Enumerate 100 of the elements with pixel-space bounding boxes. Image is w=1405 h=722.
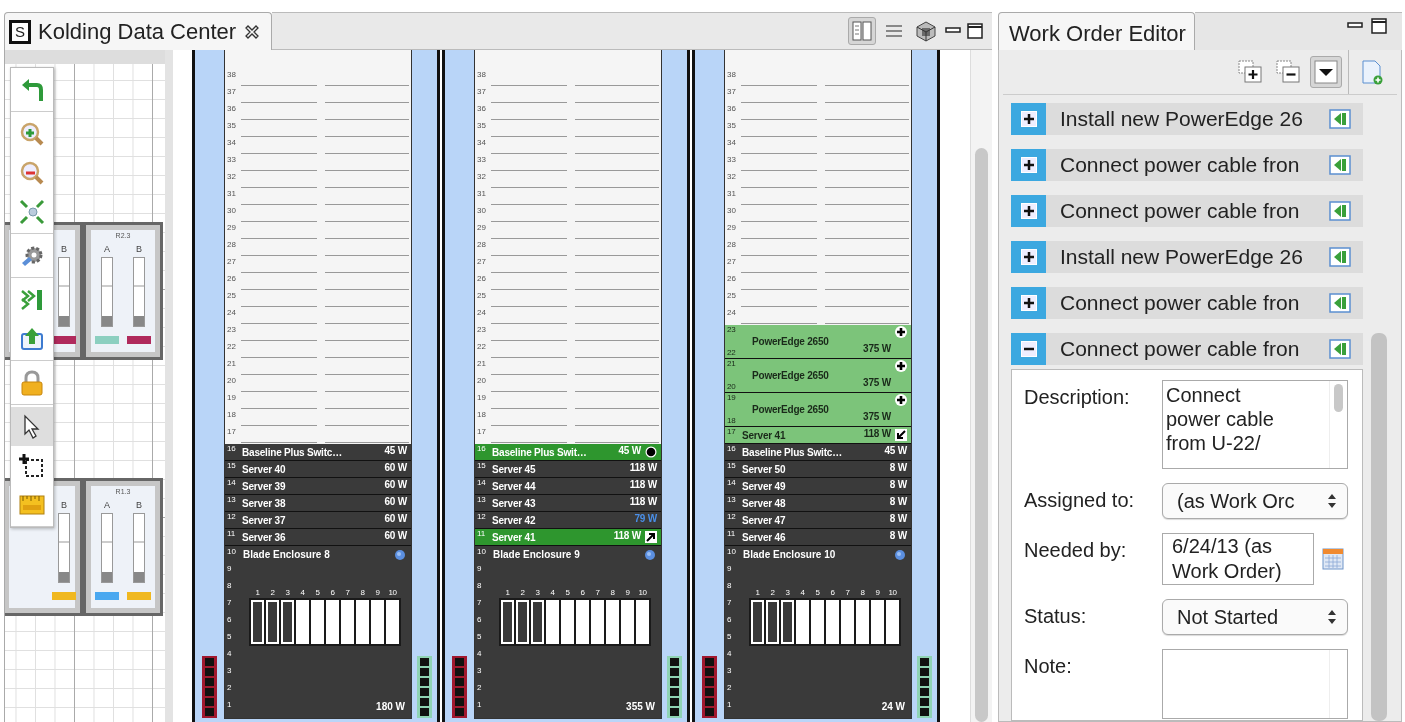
columns-icon [851,20,873,42]
order-title: Install new PowerEdge 26 [1059,244,1304,271]
unit-number: 9 [727,563,733,575]
select-field[interactable]: (as Work Orc [1162,483,1348,519]
unit-number: 13 [477,496,487,504]
unit-number: 34 [477,138,486,147]
unit-number: 2 [477,682,483,694]
work-order-header[interactable]: Connect power cable fron [1011,287,1363,319]
date-field[interactable]: 6/24/13 (as Work Order) [1162,533,1314,585]
arrow-box-icon[interactable] [1329,109,1351,129]
power-reading: 8 W [889,495,907,509]
unit-number: 25 [727,291,736,300]
work-order-header[interactable]: Install new PowerEdge 26 [1011,241,1363,273]
feed-label: B [61,244,67,254]
expand-toggle[interactable] [1011,333,1046,365]
tool-button[interactable] [11,407,53,446]
unit-number: 27 [227,257,236,266]
unit-number: 6 [477,614,483,626]
unit-number: 29 [227,223,236,232]
unit-number: 18 [727,417,737,425]
updown-arrows-icon [1327,609,1337,625]
power-strip [452,656,467,718]
slot-number: 3 [784,588,791,598]
maximize-icon[interactable] [1370,17,1388,35]
device-name: Blade Enclosure 8 [243,548,330,562]
note-field[interactable] [1162,649,1348,719]
info-dot-icon [645,549,655,560]
slot-number: 4 [549,588,556,598]
unit-number: 23 [727,326,737,334]
expand-toggle[interactable] [1011,195,1046,227]
unit-number: 34 [727,138,736,147]
unit-number: 33 [227,155,236,164]
unit-number: 19 [477,393,486,402]
arrow-box-icon[interactable] [1329,155,1351,175]
power-reading: 45 W [384,444,407,458]
device-name: Server 41 [492,530,537,545]
unit-number: 5 [477,631,483,643]
expand-toggle[interactable] [1011,103,1046,135]
order-title: Connect power cable fron [1059,290,1301,317]
unit-number: 32 [227,172,236,181]
toolbar-button[interactable] [1310,56,1342,88]
unit-number: 32 [477,172,486,181]
breaker-drawing [101,513,113,583]
work-order-header[interactable]: Connect power cable fron [1011,333,1363,365]
maximize-icon[interactable] [966,22,984,40]
unit-number: 11 [727,530,736,538]
arrow-in-icon [895,429,907,441]
slot-number: 5 [314,588,321,598]
arrow-box-icon[interactable] [1329,247,1351,267]
unit-number: 21 [227,359,236,368]
plus-icon [895,360,907,372]
unit-number: 16 [727,445,737,453]
expand-toggle[interactable] [1011,149,1046,181]
power-reading: 79 W [634,512,657,526]
breaker-drawing [133,513,145,583]
select-field[interactable]: Not Started [1162,599,1348,635]
work-order-header[interactable]: Install new PowerEdge 26 [1011,103,1363,135]
arrow-box-icon[interactable] [1329,339,1351,359]
editor-tab[interactable]: S Kolding Data Center [4,12,273,50]
feed-label: B [61,500,67,510]
panel-tab[interactable]: Work Order Editor [998,12,1195,50]
unit-number: 19 [727,394,737,402]
slot-number: 10 [387,588,398,598]
power-reading: 355 W [626,700,655,714]
work-order-header[interactable]: Connect power cable fron [1011,149,1363,181]
device-name: Server 45 [492,462,537,477]
unit-number: 5 [727,631,733,643]
description-field[interactable]: Connect power cable from U-22/ [1162,380,1348,469]
power-reading: 118 W [629,495,657,509]
unit-number: 36 [727,104,736,113]
device-name: Server 50 [742,462,787,477]
expand-toggle[interactable] [1011,241,1046,273]
calendar-icon[interactable] [1322,547,1344,571]
unit-number: 2 [227,682,233,694]
power-reading: 180 W [376,700,405,714]
expand-toggle[interactable] [1011,287,1046,319]
feed-label: B [136,244,142,254]
power-reading: 118 W [863,427,891,441]
power-reading: 8 W [889,461,907,475]
unit-number: 34 [227,138,236,147]
scrollbar-thumb[interactable] [975,148,988,722]
scrollbar-thumb[interactable] [1371,333,1387,721]
unit-number: 22 [477,342,486,351]
unit-number: 33 [727,155,736,164]
cube-icon [915,20,937,42]
slot-number: 10 [637,588,648,598]
work-order-header[interactable]: Connect power cable fron [1011,195,1363,227]
unit-number: 7 [477,597,483,609]
arrow-box-icon[interactable] [1329,201,1351,221]
unit-number: 17 [727,428,737,436]
order-title: Install new PowerEdge 26 [1059,106,1304,133]
arrow-box-icon[interactable] [1329,293,1351,313]
unit-number: 16 [227,445,237,453]
unit-number: 11 [227,530,236,538]
device-name: Blade Enclosure 10 [743,548,836,562]
unit-number: 14 [477,479,487,487]
slot-number: 4 [799,588,806,598]
plus-icon [1020,295,1037,311]
slot-number: 10 [887,588,898,598]
unit-number: 31 [227,189,236,198]
